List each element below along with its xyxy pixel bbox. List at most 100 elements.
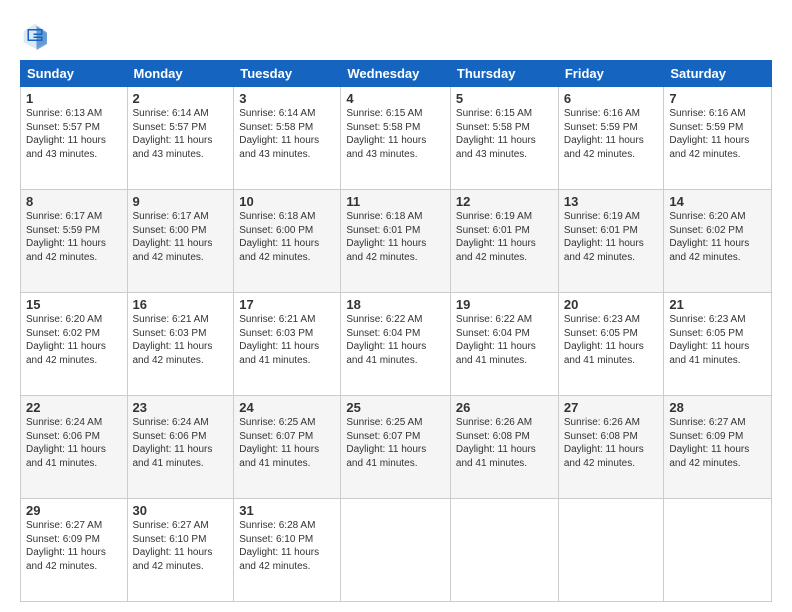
day-info: Sunrise: 6:15 AM Sunset: 5:58 PM Dayligh… (346, 107, 445, 161)
day-cell: 7Sunrise: 6:16 AM Sunset: 5:59 PM Daylig… (664, 87, 772, 190)
weekday-monday: Monday (127, 61, 234, 87)
weekday-header-row: SundayMondayTuesdayWednesdayThursdayFrid… (21, 61, 772, 87)
day-cell: 20Sunrise: 6:23 AM Sunset: 6:05 PM Dayli… (558, 293, 664, 396)
day-cell (664, 499, 772, 602)
day-info: Sunrise: 6:24 AM Sunset: 6:06 PM Dayligh… (133, 416, 229, 470)
day-cell: 28Sunrise: 6:27 AM Sunset: 6:09 PM Dayli… (664, 396, 772, 499)
day-info: Sunrise: 6:16 AM Sunset: 5:59 PM Dayligh… (564, 107, 659, 161)
day-cell: 23Sunrise: 6:24 AM Sunset: 6:06 PM Dayli… (127, 396, 234, 499)
day-info: Sunrise: 6:20 AM Sunset: 6:02 PM Dayligh… (669, 210, 766, 264)
logo (20, 20, 54, 50)
day-number: 5 (456, 91, 553, 106)
day-number: 1 (26, 91, 122, 106)
day-info: Sunrise: 6:16 AM Sunset: 5:59 PM Dayligh… (669, 107, 766, 161)
week-row-1: 1Sunrise: 6:13 AM Sunset: 5:57 PM Daylig… (21, 87, 772, 190)
day-info: Sunrise: 6:19 AM Sunset: 6:01 PM Dayligh… (456, 210, 553, 264)
day-info: Sunrise: 6:28 AM Sunset: 6:10 PM Dayligh… (239, 519, 335, 573)
day-info: Sunrise: 6:17 AM Sunset: 5:59 PM Dayligh… (26, 210, 122, 264)
day-info: Sunrise: 6:25 AM Sunset: 6:07 PM Dayligh… (346, 416, 445, 470)
day-cell: 21Sunrise: 6:23 AM Sunset: 6:05 PM Dayli… (664, 293, 772, 396)
day-info: Sunrise: 6:21 AM Sunset: 6:03 PM Dayligh… (239, 313, 335, 367)
day-number: 20 (564, 297, 659, 312)
day-number: 30 (133, 503, 229, 518)
day-number: 18 (346, 297, 445, 312)
day-info: Sunrise: 6:23 AM Sunset: 6:05 PM Dayligh… (669, 313, 766, 367)
day-info: Sunrise: 6:27 AM Sunset: 6:10 PM Dayligh… (133, 519, 229, 573)
day-cell: 27Sunrise: 6:26 AM Sunset: 6:08 PM Dayli… (558, 396, 664, 499)
day-number: 10 (239, 194, 335, 209)
day-cell (450, 499, 558, 602)
day-cell: 31Sunrise: 6:28 AM Sunset: 6:10 PM Dayli… (234, 499, 341, 602)
day-info: Sunrise: 6:18 AM Sunset: 6:00 PM Dayligh… (239, 210, 335, 264)
day-cell: 26Sunrise: 6:26 AM Sunset: 6:08 PM Dayli… (450, 396, 558, 499)
day-cell (558, 499, 664, 602)
day-number: 11 (346, 194, 445, 209)
week-row-2: 8Sunrise: 6:17 AM Sunset: 5:59 PM Daylig… (21, 190, 772, 293)
day-number: 12 (456, 194, 553, 209)
day-number: 7 (669, 91, 766, 106)
day-info: Sunrise: 6:26 AM Sunset: 6:08 PM Dayligh… (564, 416, 659, 470)
week-row-3: 15Sunrise: 6:20 AM Sunset: 6:02 PM Dayli… (21, 293, 772, 396)
day-info: Sunrise: 6:17 AM Sunset: 6:00 PM Dayligh… (133, 210, 229, 264)
day-number: 23 (133, 400, 229, 415)
day-info: Sunrise: 6:18 AM Sunset: 6:01 PM Dayligh… (346, 210, 445, 264)
weekday-wednesday: Wednesday (341, 61, 451, 87)
day-cell: 19Sunrise: 6:22 AM Sunset: 6:04 PM Dayli… (450, 293, 558, 396)
day-cell: 3Sunrise: 6:14 AM Sunset: 5:58 PM Daylig… (234, 87, 341, 190)
day-cell: 12Sunrise: 6:19 AM Sunset: 6:01 PM Dayli… (450, 190, 558, 293)
day-info: Sunrise: 6:27 AM Sunset: 6:09 PM Dayligh… (26, 519, 122, 573)
day-cell: 25Sunrise: 6:25 AM Sunset: 6:07 PM Dayli… (341, 396, 451, 499)
day-cell: 6Sunrise: 6:16 AM Sunset: 5:59 PM Daylig… (558, 87, 664, 190)
day-cell: 17Sunrise: 6:21 AM Sunset: 6:03 PM Dayli… (234, 293, 341, 396)
day-cell: 8Sunrise: 6:17 AM Sunset: 5:59 PM Daylig… (21, 190, 128, 293)
day-info: Sunrise: 6:22 AM Sunset: 6:04 PM Dayligh… (456, 313, 553, 367)
day-cell: 4Sunrise: 6:15 AM Sunset: 5:58 PM Daylig… (341, 87, 451, 190)
day-info: Sunrise: 6:19 AM Sunset: 6:01 PM Dayligh… (564, 210, 659, 264)
general-blue-icon (20, 20, 50, 50)
day-info: Sunrise: 6:15 AM Sunset: 5:58 PM Dayligh… (456, 107, 553, 161)
day-cell: 9Sunrise: 6:17 AM Sunset: 6:00 PM Daylig… (127, 190, 234, 293)
day-cell: 10Sunrise: 6:18 AM Sunset: 6:00 PM Dayli… (234, 190, 341, 293)
day-number: 6 (564, 91, 659, 106)
day-info: Sunrise: 6:14 AM Sunset: 5:57 PM Dayligh… (133, 107, 229, 161)
day-info: Sunrise: 6:25 AM Sunset: 6:07 PM Dayligh… (239, 416, 335, 470)
week-row-5: 29Sunrise: 6:27 AM Sunset: 6:09 PM Dayli… (21, 499, 772, 602)
day-number: 8 (26, 194, 122, 209)
day-number: 2 (133, 91, 229, 106)
day-number: 22 (26, 400, 122, 415)
day-number: 27 (564, 400, 659, 415)
day-cell: 18Sunrise: 6:22 AM Sunset: 6:04 PM Dayli… (341, 293, 451, 396)
day-cell: 11Sunrise: 6:18 AM Sunset: 6:01 PM Dayli… (341, 190, 451, 293)
header (20, 20, 772, 50)
day-number: 9 (133, 194, 229, 209)
day-number: 15 (26, 297, 122, 312)
day-cell: 29Sunrise: 6:27 AM Sunset: 6:09 PM Dayli… (21, 499, 128, 602)
day-cell: 24Sunrise: 6:25 AM Sunset: 6:07 PM Dayli… (234, 396, 341, 499)
day-number: 3 (239, 91, 335, 106)
day-number: 17 (239, 297, 335, 312)
day-number: 26 (456, 400, 553, 415)
day-cell (341, 499, 451, 602)
day-cell: 2Sunrise: 6:14 AM Sunset: 5:57 PM Daylig… (127, 87, 234, 190)
weekday-saturday: Saturday (664, 61, 772, 87)
day-number: 19 (456, 297, 553, 312)
weekday-thursday: Thursday (450, 61, 558, 87)
day-cell: 1Sunrise: 6:13 AM Sunset: 5:57 PM Daylig… (21, 87, 128, 190)
day-info: Sunrise: 6:14 AM Sunset: 5:58 PM Dayligh… (239, 107, 335, 161)
calendar-table: SundayMondayTuesdayWednesdayThursdayFrid… (20, 60, 772, 602)
weekday-friday: Friday (558, 61, 664, 87)
day-number: 25 (346, 400, 445, 415)
day-cell: 15Sunrise: 6:20 AM Sunset: 6:02 PM Dayli… (21, 293, 128, 396)
day-info: Sunrise: 6:21 AM Sunset: 6:03 PM Dayligh… (133, 313, 229, 367)
day-cell: 16Sunrise: 6:21 AM Sunset: 6:03 PM Dayli… (127, 293, 234, 396)
day-info: Sunrise: 6:20 AM Sunset: 6:02 PM Dayligh… (26, 313, 122, 367)
day-info: Sunrise: 6:26 AM Sunset: 6:08 PM Dayligh… (456, 416, 553, 470)
page: SundayMondayTuesdayWednesdayThursdayFrid… (0, 0, 792, 612)
day-number: 29 (26, 503, 122, 518)
day-cell: 22Sunrise: 6:24 AM Sunset: 6:06 PM Dayli… (21, 396, 128, 499)
week-row-4: 22 Sunrise: 6:24 AM Sunset: 6:06 PM Dayli… (21, 396, 772, 499)
weekday-sunday: Sunday (21, 61, 128, 87)
day-info: Sunrise: 6:23 AM Sunset: 6:05 PM Dayligh… (564, 313, 659, 367)
day-number: 31 (239, 503, 335, 518)
day-number: 13 (564, 194, 659, 209)
